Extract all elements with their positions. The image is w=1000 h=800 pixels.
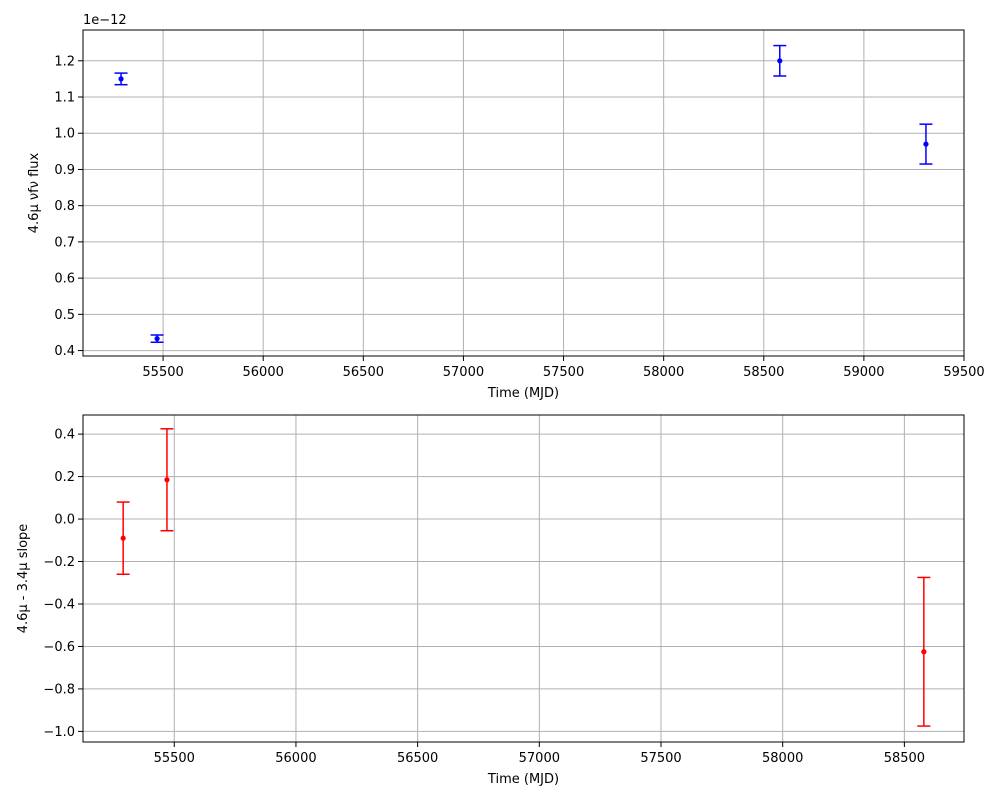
y-tick-label: 0.0 (54, 513, 75, 528)
y-tick-label: −0.6 (43, 640, 75, 655)
data-point (923, 141, 929, 147)
x-tick-label: 57000 (443, 365, 484, 380)
plot-area (83, 415, 964, 742)
data-point (164, 477, 170, 483)
x-tick-label: 56000 (275, 751, 316, 766)
y-tick-label: 1.1 (54, 91, 75, 106)
x-tick-label: 55500 (154, 751, 195, 766)
x-tick-label: 55500 (142, 365, 183, 380)
y-tick-label: −0.4 (43, 597, 75, 612)
y-tick-label: 0.9 (54, 163, 75, 178)
figure: 55500 56000 56500 57000 57500 58000 58500 59000… (16, 13, 985, 787)
x-tick-label: 59000 (843, 365, 884, 380)
data-point (120, 535, 126, 541)
y-tick-label: 0.4 (54, 428, 75, 443)
data-point (118, 76, 124, 82)
chart-panel-1: 55500 56000 56500 57000 57500 58000 58500 59000… (27, 13, 985, 401)
y-tick-label: 0.4 (54, 344, 75, 359)
y-tick-label: 1.0 (54, 127, 75, 142)
x-tick-label: 58500 (884, 751, 925, 766)
x-tick-label: 56500 (343, 365, 384, 380)
y-tick-label: 1.2 (54, 54, 75, 69)
x-tick-label: 56000 (243, 365, 284, 380)
y-tick-label: −0.2 (43, 555, 75, 570)
y-axis-label: 4.6μ νfν flux (27, 152, 42, 233)
y-tick-label: 0.7 (54, 235, 75, 250)
x-tick-label: 58500 (743, 365, 784, 380)
x-tick-label: 58000 (762, 751, 803, 766)
x-tick-label: 56500 (397, 751, 438, 766)
x-axis-label: Time (MJD) (487, 772, 559, 787)
y-tick-label: 0.6 (54, 272, 75, 287)
x-axis-label: Time (MJD) (487, 386, 559, 401)
data-point (921, 649, 927, 655)
y-tick-label: 0.8 (54, 199, 75, 214)
x-tick-label: 57000 (519, 751, 560, 766)
y-axis-label: 4.6μ - 3.4μ slope (16, 524, 31, 634)
y-tick-label: −0.8 (43, 682, 75, 697)
data-point (777, 58, 783, 64)
x-tick-label: 57500 (640, 751, 681, 766)
x-tick-label: 59500 (943, 365, 984, 380)
y-offset-label: 1e−12 (83, 13, 127, 28)
x-tick-label: 58000 (643, 365, 684, 380)
plot-area (83, 30, 964, 356)
y-tick-label: −1.0 (43, 725, 75, 740)
y-tick-label: 0.2 (54, 470, 75, 485)
x-tick-label: 57500 (543, 365, 584, 380)
y-tick-label: 0.5 (54, 308, 75, 323)
data-point (154, 336, 160, 342)
chart-panel-2: 55500 56000 56500 57000 57500 58000 58500 −1.0 −… (16, 414, 965, 787)
